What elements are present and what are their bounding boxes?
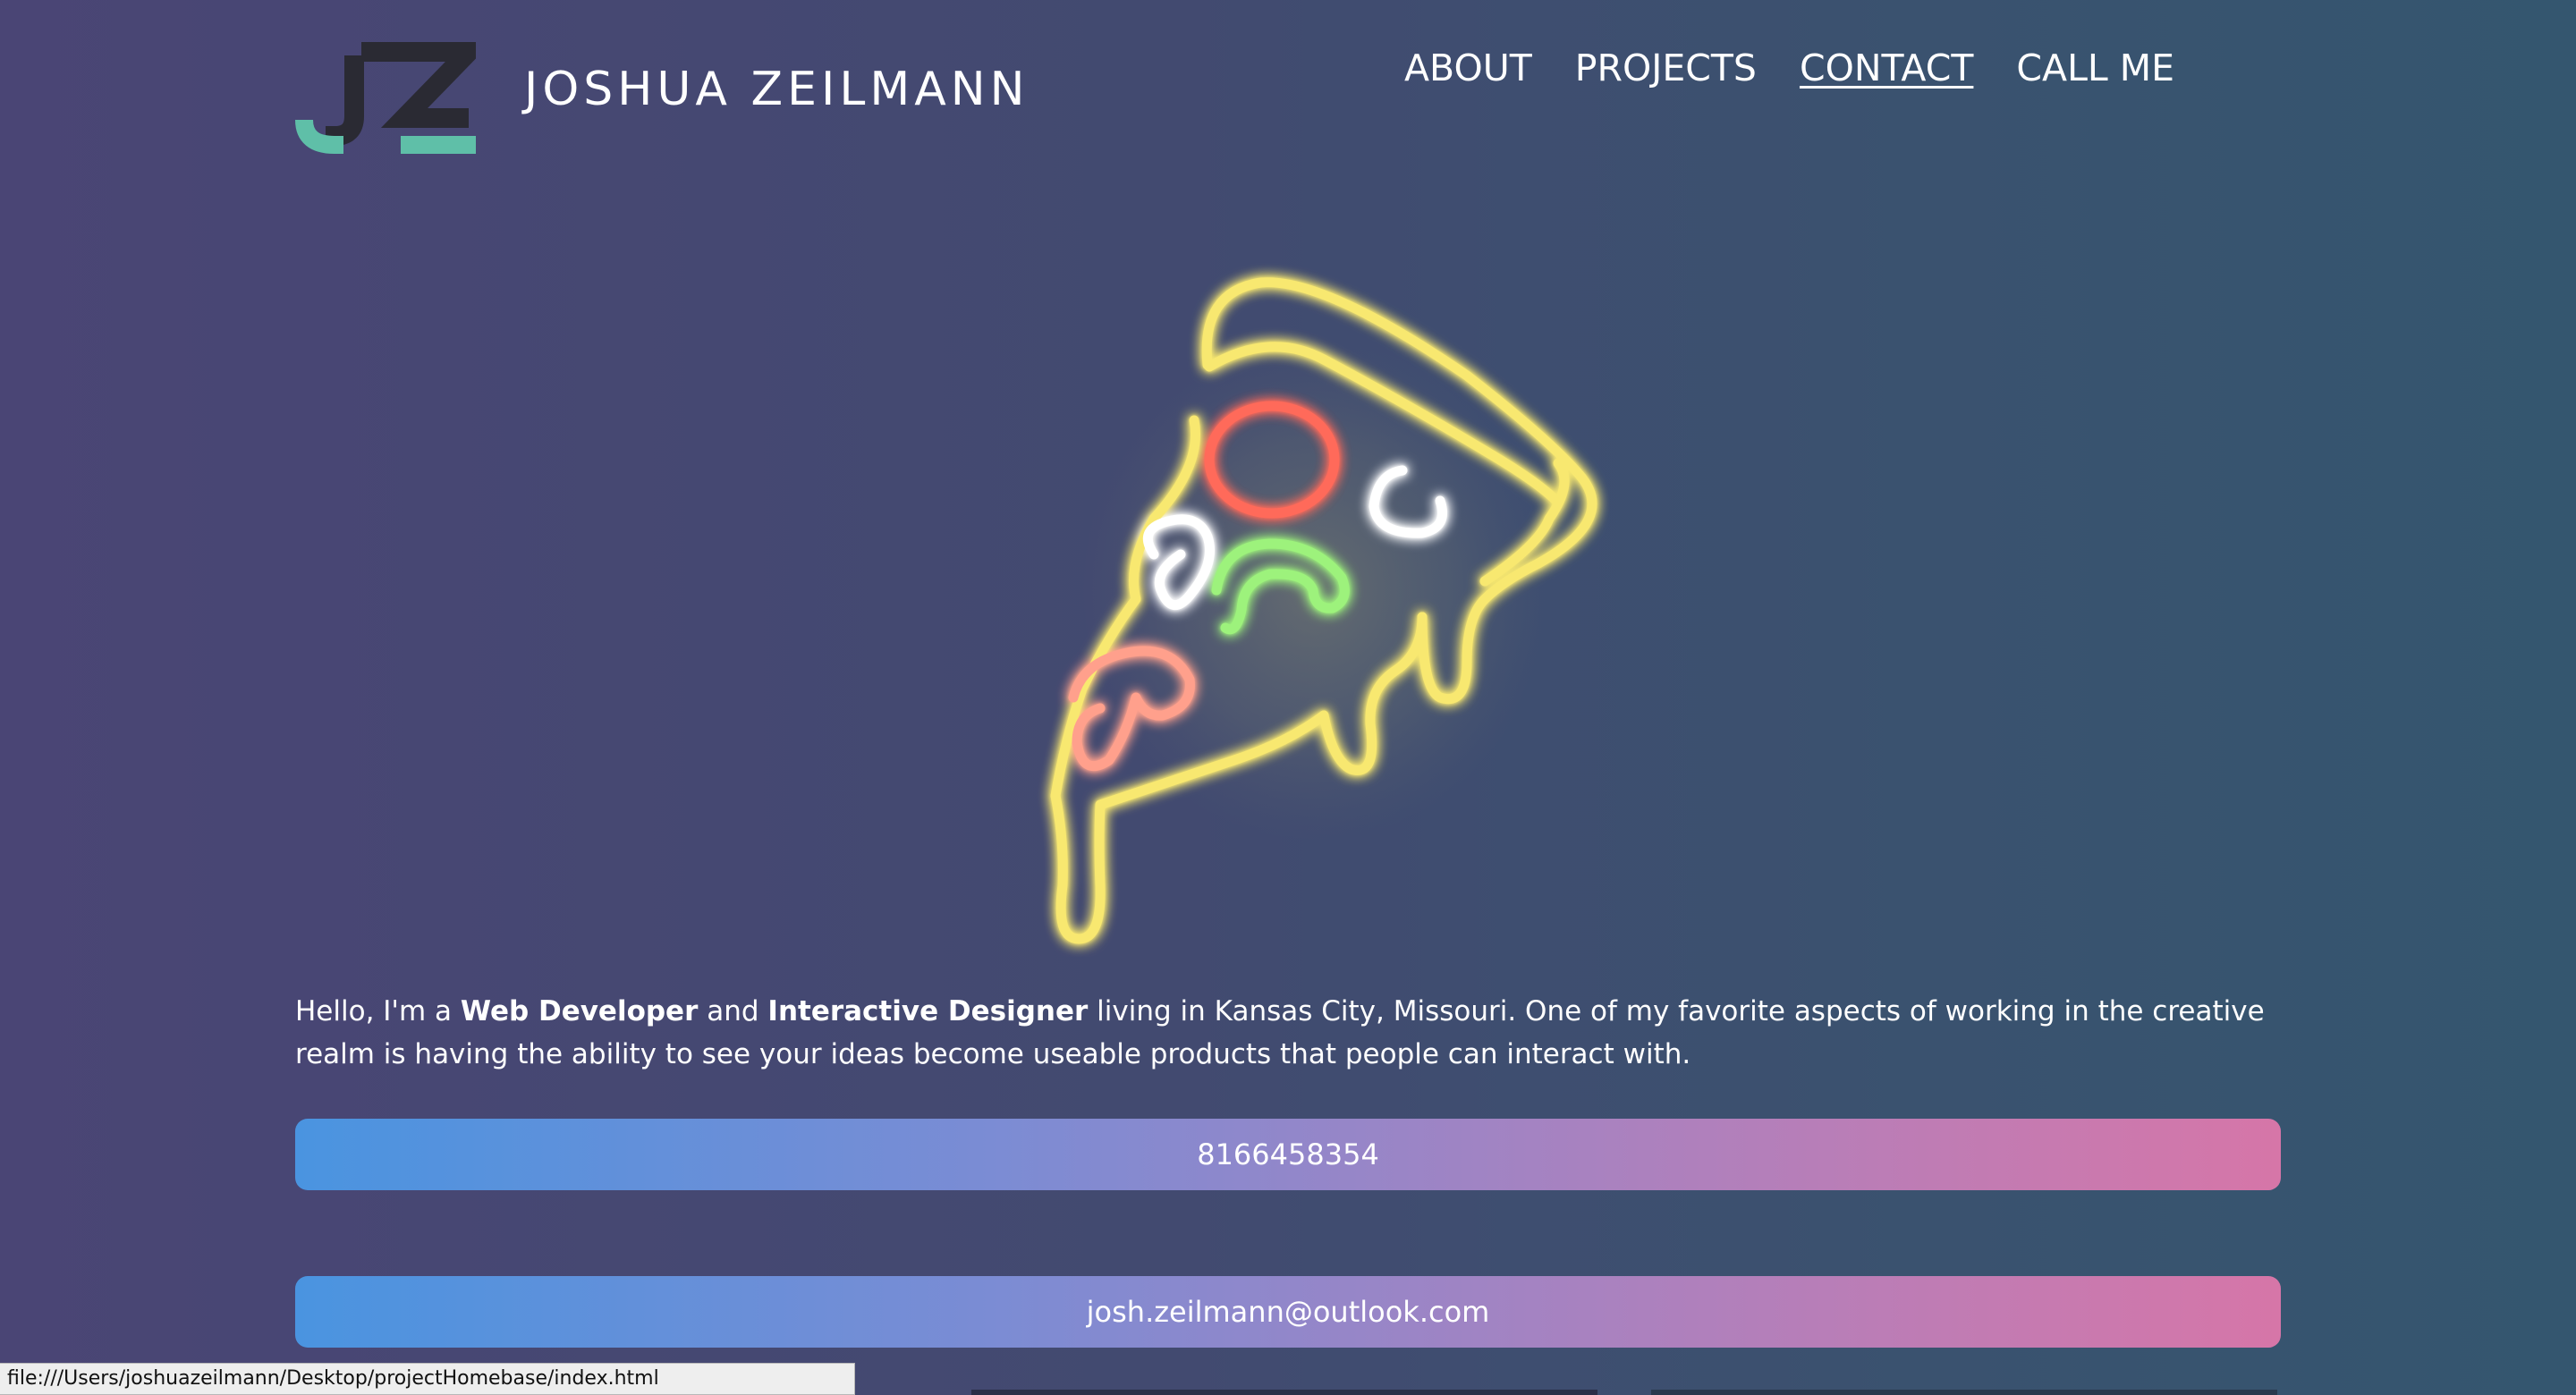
intro-text-1: Hello, I'm a xyxy=(295,995,461,1027)
intro-paragraph: Hello, I'm a Web Developer and Interacti… xyxy=(295,990,2290,1076)
phone-number: 8166458354 xyxy=(1197,1137,1379,1171)
role-interactive-designer: Interactive Designer xyxy=(767,995,1089,1027)
jz-logo-icon[interactable] xyxy=(295,39,476,157)
role-web-developer: Web Developer xyxy=(460,995,699,1027)
status-url: file:///Users/joshuazeilmann/Desktop/pro… xyxy=(7,1367,659,1390)
browser-status-bar: file:///Users/joshuazeilmann/Desktop/pro… xyxy=(0,1363,855,1395)
main-nav: ABOUT PROJECTS CONTACT CALL ME xyxy=(1404,43,2174,97)
site-name[interactable]: JOSHUA ZEILMANN xyxy=(524,61,1030,118)
nav-projects[interactable]: PROJECTS xyxy=(1575,43,1757,97)
intro-text-2: and xyxy=(698,995,768,1027)
nav-call-me[interactable]: CALL ME xyxy=(2016,43,2174,97)
phone-button[interactable]: 8166458354 xyxy=(295,1119,2281,1190)
neon-pizza-slice-icon xyxy=(1050,277,1597,944)
nav-contact[interactable]: CONTACT xyxy=(1800,43,1973,97)
email-button[interactable]: josh.zeilmann@outlook.com xyxy=(295,1276,2281,1348)
nav-about[interactable]: ABOUT xyxy=(1404,43,1532,97)
email-address: josh.zeilmann@outlook.com xyxy=(1086,1295,1490,1329)
next-section-edge xyxy=(971,1390,2277,1395)
